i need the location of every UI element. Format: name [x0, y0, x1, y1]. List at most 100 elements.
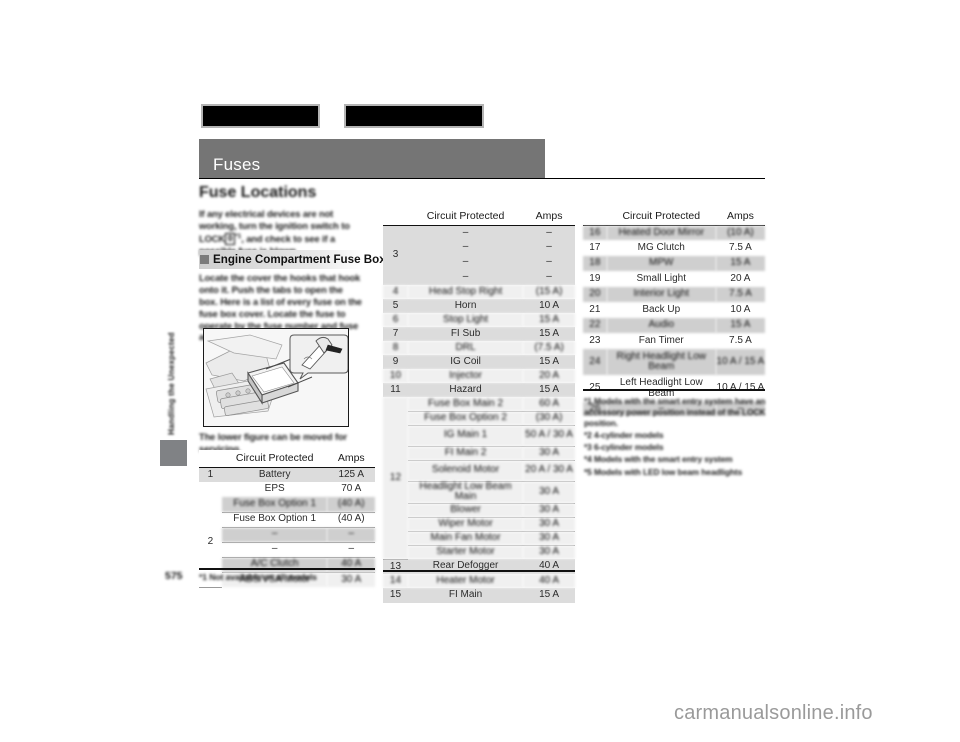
subsection-header-label: Engine Compartment Fuse Box [213, 253, 386, 266]
section-band: Fuses [199, 139, 545, 178]
fuse-amps: 125 A [327, 467, 375, 482]
table-row-redacted: Wiper Motor 30 A [383, 517, 575, 532]
fuse-amps: (30 A) [523, 411, 575, 426]
fuse-amps: (10 A) [715, 225, 765, 240]
fuse-circuit: Fan Timer [606, 333, 716, 349]
fuse-circuit: IG Main 1 [407, 425, 524, 447]
fuse-number: 7 [383, 327, 408, 341]
col-header-amps: Amps [523, 208, 575, 226]
subsection-header: Engine Compartment Fuse Box [199, 250, 386, 269]
fuse-circuit: – [221, 542, 328, 558]
table-row-redacted: 10 Injector 20 A [383, 369, 575, 383]
table-row: Fuse Box Option 1 (40 A) [199, 512, 375, 528]
fuse-number: 17 [583, 240, 607, 256]
table-row: 1 Battery 125 A [199, 467, 375, 482]
section-band-title: Fuses [213, 155, 261, 174]
fuse-circuit: Starter Motor [407, 545, 524, 559]
table-row: 15 FI Main 15 A [383, 588, 575, 603]
redacted-nav-box-right[interactable] [344, 104, 484, 128]
fuse-amps: 7.5 A [715, 240, 765, 256]
fuse-circuit: FI Main [407, 588, 524, 603]
fuse-amps: 15 A [523, 383, 575, 397]
table-row: 17 MG Clutch 7.5 A [583, 240, 765, 256]
table-row-redacted: 20 Interior Light 7.5 A [583, 287, 765, 302]
fuse-amps: 70 A [327, 482, 375, 497]
fuse-number: 21 [583, 302, 607, 318]
fuse-circuit: Interior Light [606, 287, 716, 302]
fuse-circuit: Horn [407, 299, 524, 313]
fuse-circuit: Heater Motor [407, 574, 524, 588]
footnote-item: *5 Models with LED low beam headlights [584, 466, 743, 477]
page-number: 575 [165, 570, 183, 582]
fuse-number: 19 [583, 271, 607, 287]
table-row-redacted: Blower 30 A [383, 503, 575, 518]
fuse-number: 1 [199, 467, 222, 482]
fuse-circuit: Fuse Box Main 2 [407, 397, 524, 412]
page-title: Fuse Locations [199, 184, 317, 201]
table-header-row: Circuit Protected Amps [383, 208, 575, 226]
fuse-circuit: Heated Door Mirror [606, 225, 716, 240]
table-row-redacted: 24 Right Headlight Low Beam 10 A / 15 A [583, 349, 765, 375]
fuse-circuit: Solenoid Motor [407, 460, 524, 482]
fuse-circuit: Head Stop Right [407, 285, 524, 299]
table-row: 23 Fan Timer 7.5 A [583, 333, 765, 349]
redacted-nav-box-left[interactable] [201, 104, 320, 128]
fuse-table-middle: Circuit Protected Amps 3 – – – – – – – – [383, 208, 575, 603]
fuse-amps: 15 A [715, 256, 765, 271]
fuse-amps: 15 A [523, 327, 575, 341]
table-row-redacted: FI Main 2 30 A [383, 446, 575, 461]
fuse-amps: – [523, 240, 575, 255]
table-row: 11 Hazard 15 A [383, 383, 575, 397]
fuse-amps: 30 A [327, 572, 375, 587]
col-header-circuit: Circuit Protected [606, 208, 716, 226]
fuse-amps: 10 A / 15 A [715, 349, 765, 375]
table-row-redacted: – – [199, 527, 375, 543]
fuse-circuit: – [407, 255, 524, 270]
table-row-redacted: Solenoid Motor 20 A / 30 A [383, 460, 575, 482]
fuse-number: 16 [583, 225, 607, 240]
fuse-circuit: Fuse Box Option 1 [221, 497, 328, 513]
fuse-circuit: Right Headlight Low Beam [606, 349, 716, 375]
fuse-circuit: Back Up [606, 302, 716, 318]
square-bullet-icon [200, 255, 209, 264]
footnote-item: *4 Models with the smart entry system [584, 454, 733, 465]
fuse-number: 11 [383, 383, 408, 397]
fuse-amps: 20 A / 30 A [523, 460, 575, 482]
fuse-amps: 30 A [523, 517, 575, 532]
engine-compartment-illustration [203, 328, 349, 427]
col-header-number [583, 208, 607, 226]
fuse-circuit: Hazard [407, 383, 524, 397]
col-header-number [199, 450, 222, 468]
fuse-circuit: Wiper Motor [407, 517, 524, 532]
table-row: – – [383, 240, 575, 255]
fuse-table-middle-body: 3 – – – – – – – – 4 Head Stop Right (15 … [383, 225, 575, 603]
manual-page: Fuses Fuse Locations If any electrical d… [0, 0, 960, 742]
table-row-redacted: 22 Audio 15 A [583, 318, 765, 333]
fuse-circuit: Battery [221, 467, 328, 482]
fuse-number: 20 [583, 287, 607, 302]
fuse-amps: – [523, 225, 575, 240]
fuse-amps: 50 A / 30 A [523, 425, 575, 447]
table-row-redacted: IG Main 1 50 A / 30 A [383, 425, 575, 447]
fuse-table-right: Circuit Protected Amps 16 Heated Door Mi… [583, 208, 765, 416]
table-row: EPS 70 A [199, 482, 375, 497]
fuse-number: 8 [383, 341, 408, 355]
fuse-amps: 30 A [523, 446, 575, 461]
vertical-tab-marker [160, 440, 187, 466]
fuse-amps: 7.5 A [715, 287, 765, 302]
fuse-circuit: FI Main 2 [407, 446, 524, 461]
table-row-redacted: A/C Clutch 40 A [199, 557, 375, 573]
fuse-number: 5 [383, 299, 408, 313]
table-row-redacted: 8 DRL (7.5 A) [383, 341, 575, 355]
table-left-footnote: *1 Not available on all models [199, 572, 317, 582]
fuse-table-left: Circuit Protected Amps 1 Battery 125 A E… [199, 450, 375, 588]
fuse-amps: 40 A [523, 559, 575, 574]
fuse-amps: 30 A [523, 503, 575, 518]
fuse-amps: 15 A [523, 588, 575, 603]
table-row: 21 Back Up 10 A [583, 302, 765, 318]
fuse-number: 6 [383, 313, 408, 327]
table-row-redacted: 2 Fuse Box Option 1 (40 A) [199, 497, 375, 588]
fuse-number: 23 [583, 333, 607, 349]
fuse-number: 14 [383, 574, 408, 588]
fuse-circuit: DRL [407, 341, 524, 355]
